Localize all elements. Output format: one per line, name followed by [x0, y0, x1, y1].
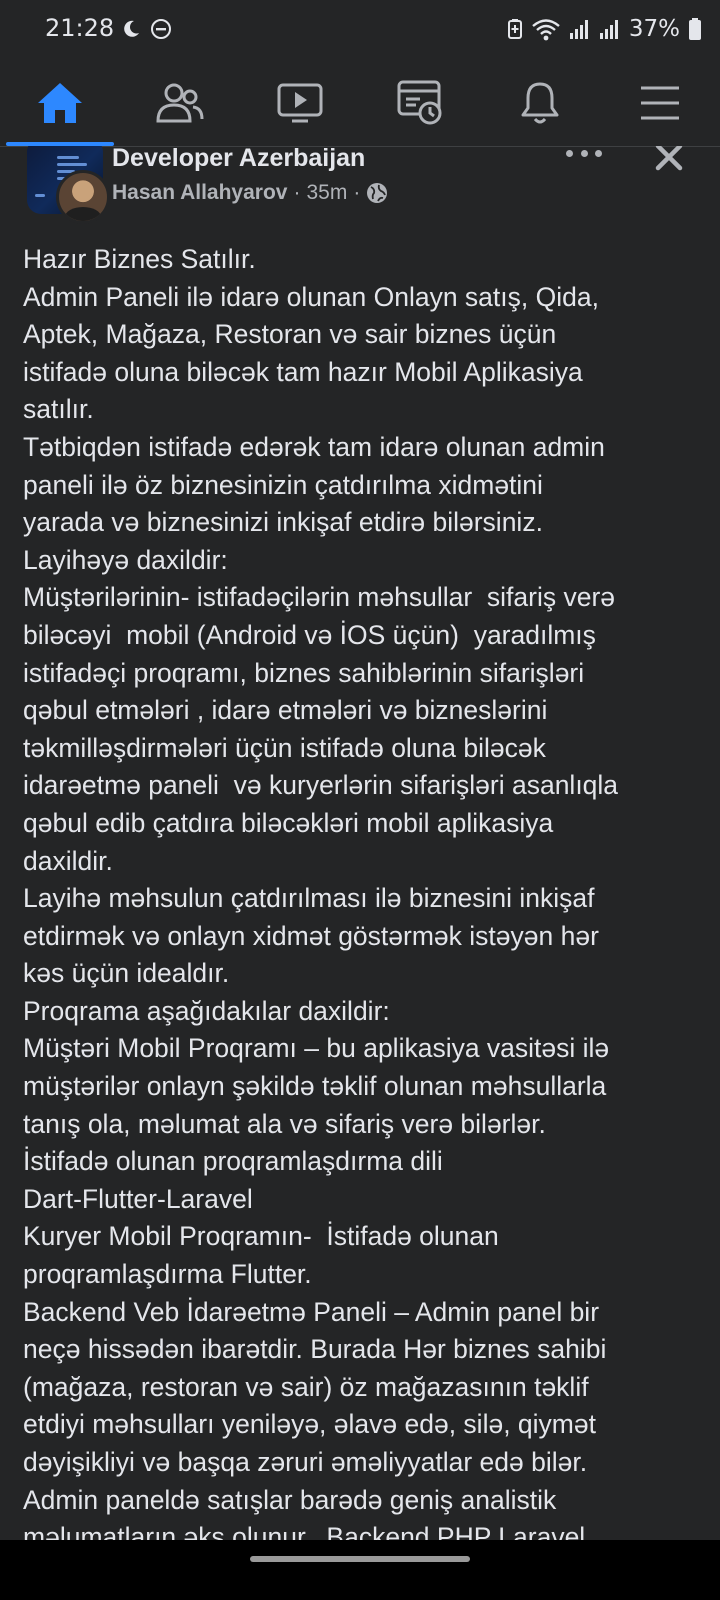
- meta-separator: ·: [293, 181, 301, 204]
- post-meta: Hasan Allahyarov · 35m ·: [112, 181, 388, 205]
- author-avatar[interactable]: [56, 170, 110, 224]
- post-text-line: Aptek, Mağaza, Restoran və sair biznes ü…: [23, 319, 557, 350]
- menu-icon: [641, 86, 679, 120]
- post-text-line: proqramlaşdırma Flutter.: [23, 1259, 312, 1290]
- tab-menu[interactable]: [600, 60, 720, 146]
- status-time: 21:28: [45, 14, 115, 42]
- home-icon: [38, 83, 82, 123]
- post-text-line: Admin paneldə satışlar barədə geniş anal…: [23, 1484, 557, 1515]
- meta-separator: ·: [353, 181, 361, 204]
- battery-saver-icon: [507, 19, 522, 39]
- post-text-line: Hazır Biznes Satılır.: [23, 244, 256, 274]
- post-text-line: qəbul edib çatdıra biləcəkləri mobil apl…: [23, 807, 554, 838]
- globe-icon: [367, 183, 388, 203]
- post-text-line: Kuryer Mobil Proqramın- İstifadə olunan: [23, 1221, 499, 1252]
- friends-icon: [156, 83, 204, 123]
- post-text-line: təkmilləşdirmələri üçün istifadə oluna b…: [23, 732, 546, 763]
- post-text-line: tanış ola, məlumat ala və sifariş verə b…: [23, 1108, 546, 1139]
- post-text-line: qəbul etmələri , idarə etmələri və bizne…: [23, 695, 548, 726]
- wifi-icon: [532, 19, 560, 41]
- post-text-line: etdiyi məhsulları yeniləyə, əlavə edə, s…: [23, 1409, 596, 1440]
- post-text-line: Admin Paneli ilə idarə olunan Onlayn sat…: [23, 281, 599, 312]
- more-options-button[interactable]: [566, 146, 602, 160]
- close-icon[interactable]: [652, 146, 686, 174]
- post-text-line: Müştərilərinin- istifadəçilərin məhsulla…: [23, 582, 616, 613]
- moon-icon: [124, 20, 139, 37]
- post-text-line: biləcəyi mobil (Android və İOS üçün) yar…: [23, 619, 596, 650]
- post-text-line: istifadəçi proqramı, biznes sahiblərinin…: [23, 657, 585, 688]
- post-text-line: neçə hissədən ibarətdir. Burada Hər bizn…: [23, 1334, 607, 1365]
- group-name[interactable]: Developer Azerbaijan: [112, 146, 365, 173]
- memories-icon: [397, 80, 442, 125]
- post-text-line: daxildir.: [23, 845, 113, 876]
- post-text-line: Dart-Flutter-Laravel: [23, 1183, 253, 1214]
- post-text-line: idarəetmə paneli və kuryerlərin sifarişl…: [23, 770, 619, 801]
- tab-home[interactable]: [0, 60, 120, 146]
- tab-notifications[interactable]: [480, 60, 600, 146]
- battery-icon: [689, 18, 701, 40]
- do-not-disturb-icon: [151, 19, 171, 39]
- status-bar: 21:28 37%: [0, 0, 720, 60]
- post-text-line: müştərilər onlayn şəkildə təklif olunan …: [23, 1071, 607, 1102]
- post-text-line: satılır.: [23, 394, 94, 425]
- post-text-line: Tətbiqdən istifadə edərək tam idarə olun…: [23, 431, 605, 462]
- post-text-line: İstifadə olunan proqramlaşdırma dili: [23, 1146, 443, 1177]
- post-text-line: Layihə məhsulun çatdırılması ilə biznesi…: [23, 883, 595, 914]
- post-text-line: yarada və biznesinizi inkişaf etdirə bil…: [23, 507, 543, 538]
- post-text-line: kəs üçün idealdır.: [23, 958, 230, 989]
- post-text-line: Layihəyə daxildir:: [23, 544, 228, 575]
- post-text-line: etdirmək və onlayn xidmət göstərmək istə…: [23, 920, 599, 951]
- signal-icon: [569, 20, 588, 39]
- top-nav-bar: [0, 60, 720, 147]
- status-right: 37%: [507, 14, 702, 44]
- post-text-line: Proqrama aşağıdakılar daxildir:: [23, 995, 390, 1026]
- tab-friends[interactable]: [120, 60, 240, 146]
- post-text-line: dəyişikliyi və başqa zəruri əməliyyatlar…: [23, 1447, 588, 1477]
- post-text-line: (mağaza, restoran və sair) öz mağazasını…: [23, 1371, 589, 1402]
- signal-icon: [599, 20, 618, 39]
- post-time[interactable]: 35m: [306, 181, 347, 205]
- battery-percent: 37%: [628, 16, 680, 42]
- post-text-line: Backend Veb İdarəetmə Paneli – Admin pan…: [23, 1296, 600, 1327]
- post-text-line: istifadə oluna biləcək tam hazır Mobil A…: [23, 356, 583, 387]
- tab-watch[interactable]: [240, 60, 360, 146]
- video-icon: [277, 83, 323, 123]
- status-left-icons: [120, 16, 172, 42]
- tab-memories[interactable]: [360, 60, 480, 146]
- author-name[interactable]: Hasan Allahyarov: [112, 181, 287, 205]
- post-header: Developer Azerbaijan Hasan Allahyarov · …: [0, 146, 720, 236]
- bell-icon: [521, 82, 559, 124]
- navigation-gesture-area: [0, 1540, 720, 1600]
- post-text: Hazır Biznes Satılır. Admin Paneli ilə id…: [23, 241, 703, 1557]
- post-text-line: paneli ilə öz biznesinizin çatdırılma xi…: [23, 469, 543, 500]
- post-text-line: Müştəri Mobil Proqramı – bu aplikasiya v…: [23, 1033, 610, 1064]
- home-gesture-handle[interactable]: [250, 1556, 470, 1562]
